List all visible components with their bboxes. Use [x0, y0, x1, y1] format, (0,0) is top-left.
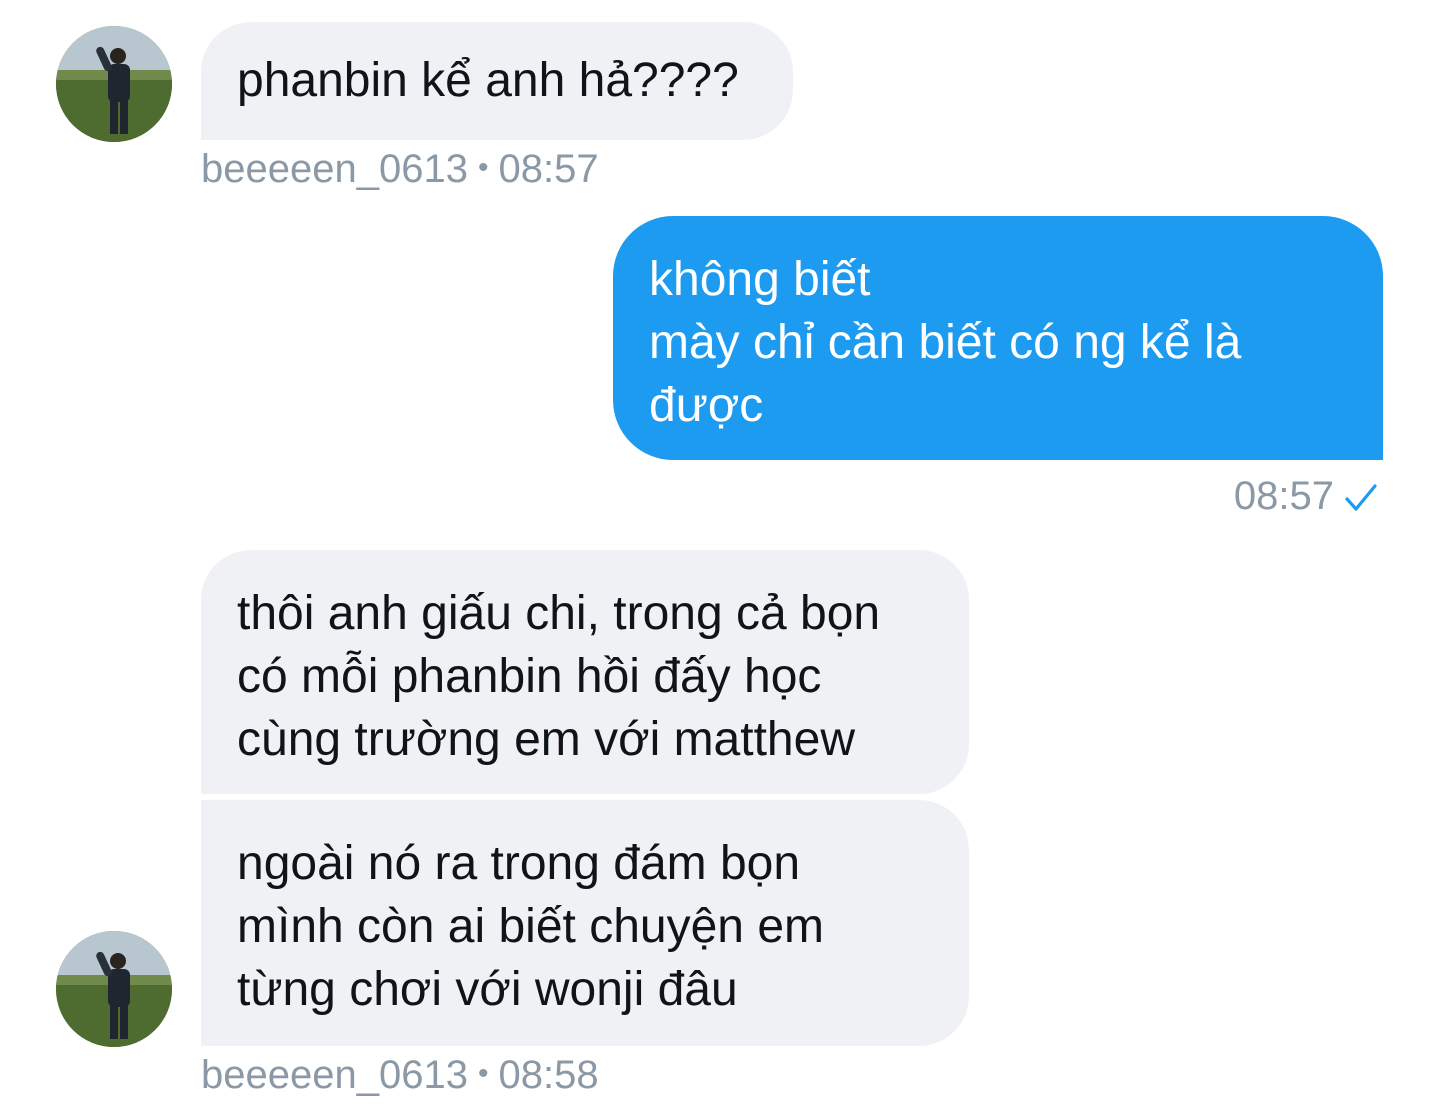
sender-avatar[interactable]: [56, 26, 172, 142]
meta-separator: •: [477, 151, 489, 184]
message-meta: 08:57: [1234, 474, 1378, 524]
message-time: 08:58: [498, 1053, 599, 1097]
dm-thread: phanbin kể anh hả???? beeeeen_0613 • 08:57…: [0, 0, 1440, 1108]
check-icon: [1344, 480, 1378, 524]
message-time: 08:57: [1233, 474, 1334, 518]
message-bubble-incoming[interactable]: phanbin kể anh hả????: [201, 22, 793, 140]
message-bubble-incoming[interactable]: thôi anh giấu chi, trong cả bọn có mỗi p…: [201, 550, 969, 794]
sender-username[interactable]: beeeeen_0613: [201, 1053, 468, 1097]
sender-username[interactable]: beeeeen_0613: [201, 147, 468, 191]
avatar-photo-icon: [56, 931, 172, 1047]
message-time: 08:57: [498, 147, 599, 191]
avatar-photo-icon: [56, 26, 172, 142]
meta-separator: •: [477, 1057, 489, 1090]
message-bubble-incoming[interactable]: ngoài nó ra trong đám bọn mình còn ai bi…: [201, 800, 969, 1046]
message-meta: beeeeen_0613 • 08:58: [201, 1052, 599, 1097]
message-bubble-outgoing[interactable]: không biết mày chỉ cần biết có ng kể là …: [613, 216, 1383, 460]
sender-avatar[interactable]: [56, 931, 172, 1047]
message-meta: beeeeen_0613 • 08:57: [201, 146, 599, 191]
